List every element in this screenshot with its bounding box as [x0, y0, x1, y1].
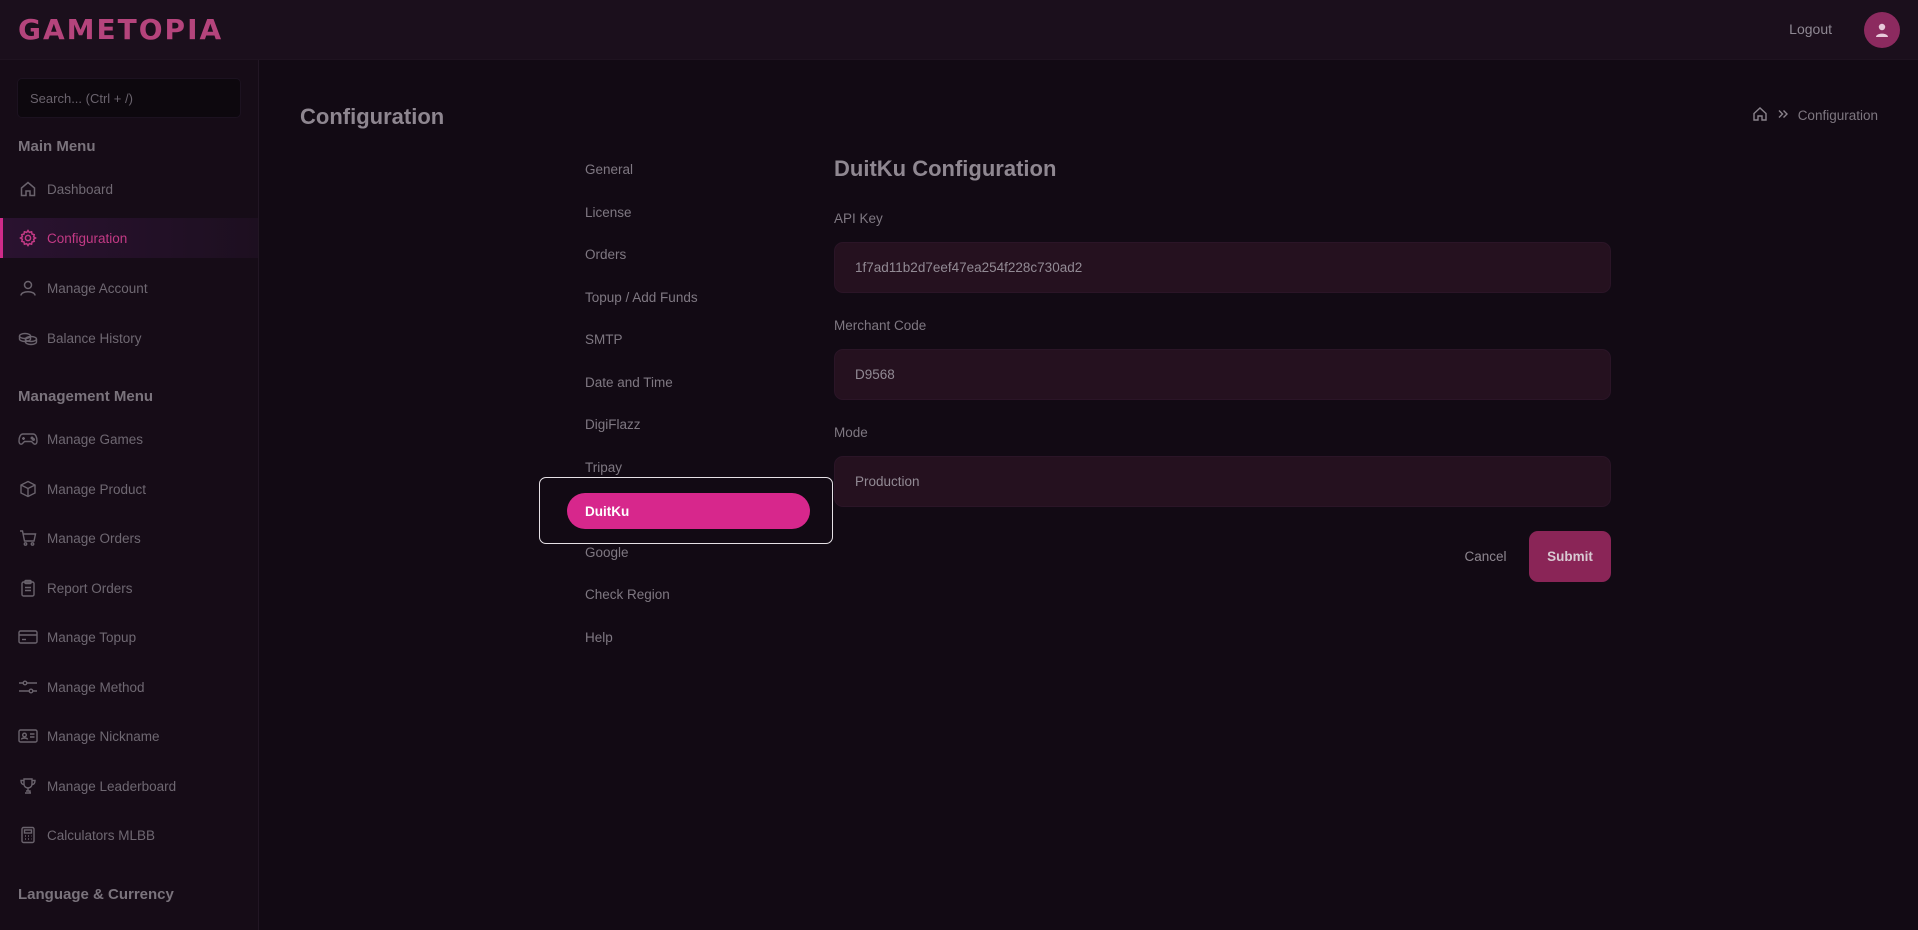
- sidebar-item-label: Dashboard: [47, 181, 114, 197]
- brand-logo[interactable]: GAMETOPIA: [18, 13, 223, 46]
- main-menu-title: Main Menu: [18, 138, 96, 155]
- clipboard-icon: [18, 578, 38, 598]
- sidebar-item-manage-orders[interactable]: Manage Orders: [0, 518, 258, 558]
- sidebar-item-label: Manage Orders: [47, 530, 141, 546]
- sidebar-item-manage-method[interactable]: Manage Method: [0, 667, 258, 707]
- config-menu-check-region[interactable]: Check Region: [585, 587, 670, 602]
- sidebar-item-label: Balance History: [47, 330, 142, 346]
- user-avatar-icon: [1876, 23, 1888, 37]
- config-menu-smtp[interactable]: SMTP: [585, 332, 623, 347]
- sidebar-item-configuration[interactable]: Configuration: [0, 218, 258, 258]
- form-title: DuitKu Configuration: [834, 156, 1057, 181]
- sidebar-item-manage-topup[interactable]: Manage Topup: [0, 617, 258, 657]
- chevrons-right-icon: [1777, 108, 1789, 123]
- sidebar-item-manage-product[interactable]: Manage Product: [0, 469, 258, 509]
- sidebar-item-label: Manage Nickname: [47, 728, 160, 744]
- submit-button[interactable]: Submit: [1529, 531, 1611, 582]
- config-menu-license[interactable]: License: [585, 205, 632, 220]
- management-menu-title: Management Menu: [18, 388, 154, 405]
- card-icon: [18, 627, 38, 647]
- gamepad-icon: [18, 429, 38, 449]
- config-menu-tripay[interactable]: Tripay: [585, 460, 622, 475]
- id-card-icon: [18, 726, 38, 746]
- sidebar-item-label: Manage Account: [47, 280, 148, 296]
- sidebar-item-balance-history[interactable]: Balance History: [0, 318, 258, 358]
- coins-icon: [18, 328, 38, 348]
- user-icon: [18, 278, 38, 298]
- config-menu-google[interactable]: Google: [585, 545, 629, 560]
- sidebar-item-label: Manage Leaderboard: [47, 778, 177, 794]
- sidebar-item-dashboard[interactable]: Dashboard: [0, 169, 258, 209]
- language-currency-title: Language & Currency: [18, 886, 174, 903]
- sidebar-item-label: Configuration: [47, 230, 128, 246]
- api-key-label: API Key: [834, 211, 883, 226]
- sliders-icon: [18, 677, 38, 697]
- gear-icon: [18, 228, 38, 248]
- calculator-icon: [18, 825, 38, 845]
- breadcrumb-current: Configuration: [1797, 108, 1878, 123]
- mode-select[interactable]: Production: [834, 456, 1611, 507]
- sidebar-item-manage-account[interactable]: Manage Account: [0, 268, 258, 308]
- avatar[interactable]: [1864, 12, 1900, 48]
- config-menu-duitku[interactable]: DuitKu: [567, 493, 810, 529]
- sidebar-item-calculators-mlbb[interactable]: Calculators MLBB: [0, 815, 258, 855]
- sidebar-item-manage-games[interactable]: Manage Games: [0, 419, 258, 459]
- config-menu-help[interactable]: Help: [585, 630, 613, 645]
- config-menu-orders[interactable]: Orders: [585, 247, 626, 262]
- sidebar-item-label: Manage Method: [47, 679, 145, 695]
- merchant-code-label: Merchant Code: [834, 318, 927, 333]
- search-input[interactable]: [17, 78, 241, 118]
- cancel-button[interactable]: Cancel: [1448, 531, 1523, 582]
- sidebar-item-label: Manage Games: [47, 431, 144, 447]
- trophy-icon: [18, 776, 38, 796]
- config-menu-general[interactable]: General: [585, 162, 633, 177]
- config-menu-digiflazz[interactable]: DigiFlazz: [585, 417, 641, 432]
- home-icon: [18, 179, 38, 199]
- home-icon[interactable]: [1752, 106, 1768, 125]
- sidebar-item-label: Manage Product: [47, 481, 147, 497]
- sidebar-item-report-orders[interactable]: Report Orders: [0, 568, 258, 608]
- api-key-field[interactable]: 1f7ad11b2d7eef47ea254f228c730ad2: [834, 242, 1611, 293]
- sidebar: Main Menu Dashboard Configuration Manage…: [0, 60, 259, 930]
- sidebar-item-manage-leaderboard[interactable]: Manage Leaderboard: [0, 766, 258, 806]
- mode-label: Mode: [834, 425, 868, 440]
- config-menu-topup[interactable]: Topup / Add Funds: [585, 290, 698, 305]
- logout-link[interactable]: Logout: [1789, 21, 1832, 37]
- sidebar-item-manage-nickname[interactable]: Manage Nickname: [0, 716, 258, 756]
- sidebar-item-label: Calculators MLBB: [47, 827, 156, 843]
- top-bar: GAMETOPIA Logout: [0, 0, 1918, 60]
- config-menu-date-time[interactable]: Date and Time: [585, 375, 673, 390]
- cart-icon: [18, 528, 38, 548]
- breadcrumb: Configuration: [1752, 106, 1878, 125]
- sidebar-item-label: Manage Topup: [47, 629, 137, 645]
- merchant-code-field[interactable]: D9568: [834, 349, 1611, 400]
- sidebar-item-label: Report Orders: [47, 580, 133, 596]
- box-icon: [18, 479, 38, 499]
- page-title: Configuration: [300, 104, 445, 129]
